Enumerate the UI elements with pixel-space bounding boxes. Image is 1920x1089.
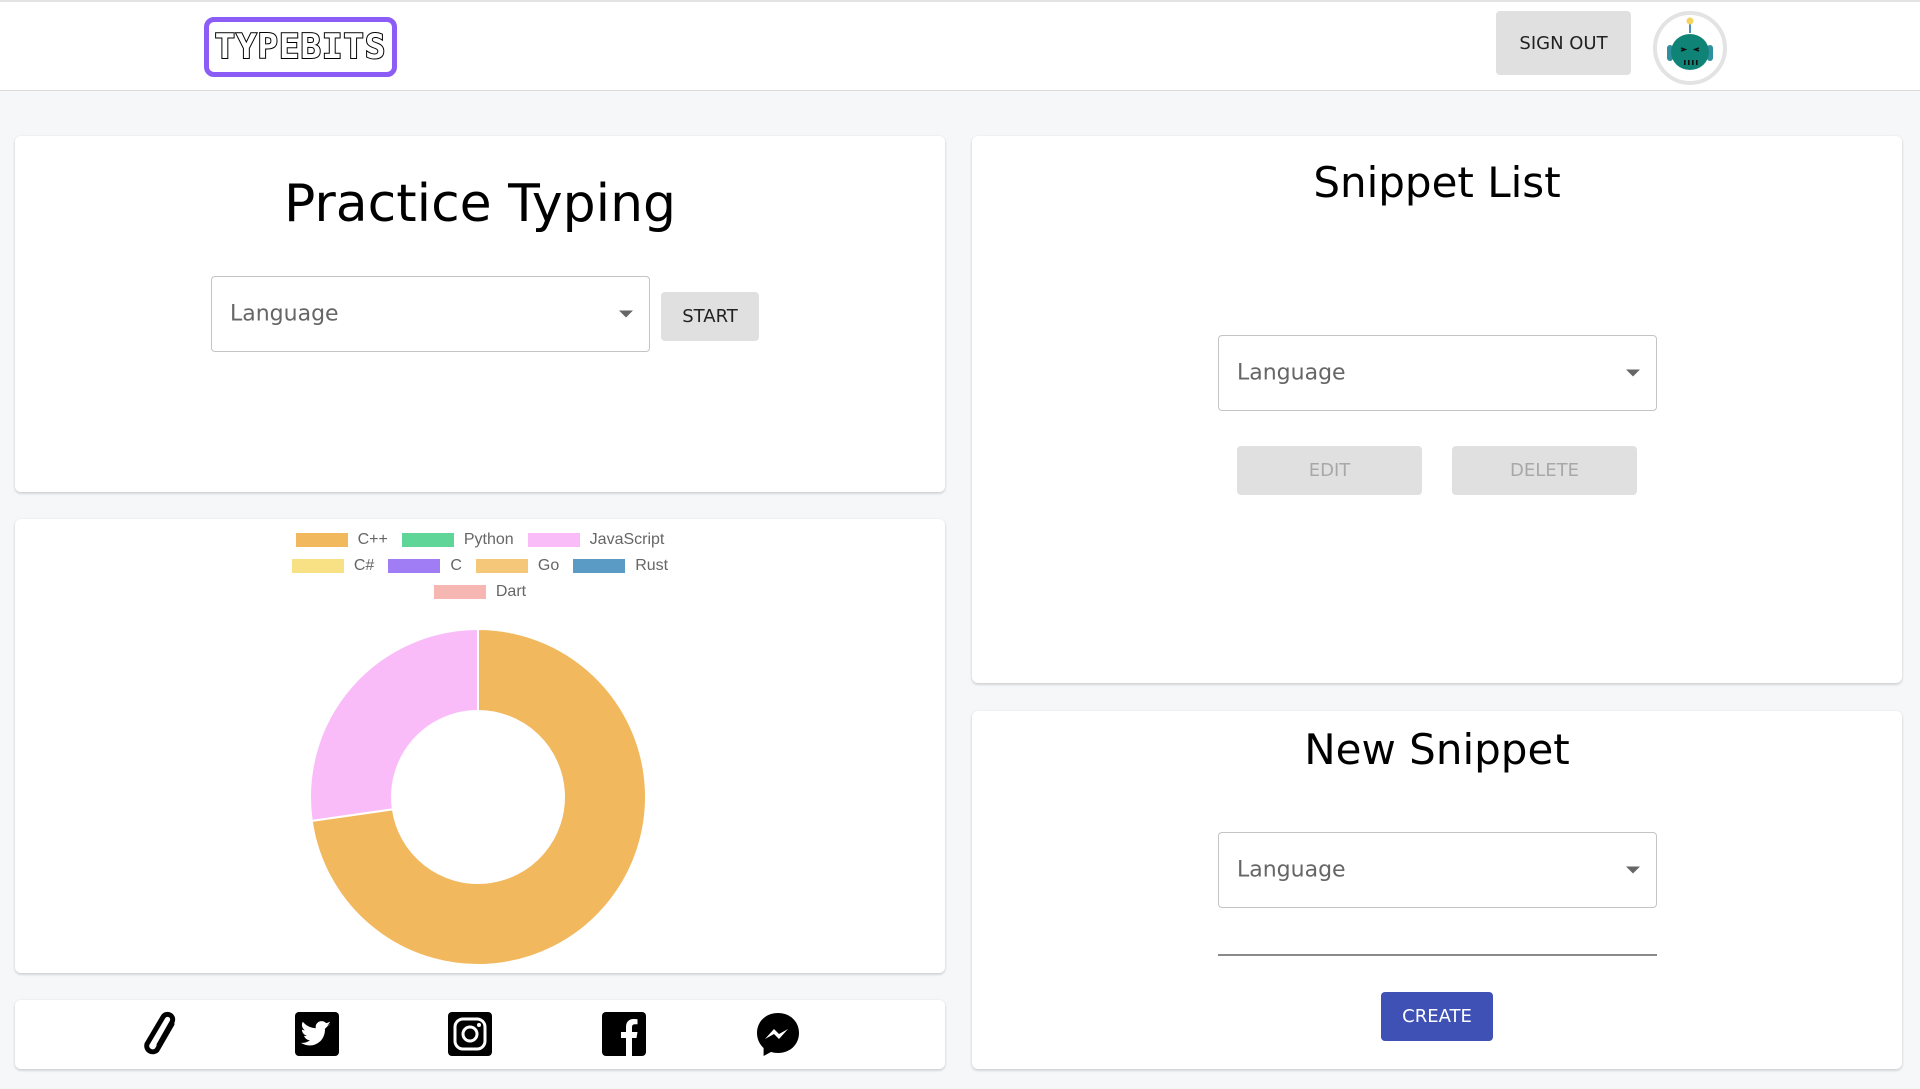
legend-item[interactable]: C++ [295,531,388,549]
legend-swatch [475,559,528,573]
create-button[interactable]: CREATE [1381,992,1493,1041]
legend-item[interactable]: Go [475,557,560,575]
legend-row: Dart [433,583,527,601]
logo-text: TYPEBITS [214,26,387,68]
legend-row: C# C Go Rust [291,557,668,575]
new-snippet-language-select[interactable]: Language [1218,832,1657,908]
legend-swatch [573,559,626,573]
legend-label: JavaScript [589,531,665,548]
legend-label: Go [537,557,560,574]
facebook-icon[interactable] [600,1010,648,1058]
social-links-card [15,1000,945,1069]
slice-javascript[interactable] [309,627,479,823]
legend-row: C++ Python JavaScript [295,531,665,549]
practice-title: Practice Typing [283,174,677,234]
legend-label: C [450,557,462,574]
snippet-name-input[interactable] [1218,916,1657,956]
app-header: TYPEBITS SIGN OUT [0,0,1920,91]
language-placeholder: Language [230,301,339,327]
legend-label: Dart [495,583,527,600]
legend-item[interactable]: Dart [433,583,527,601]
language-placeholder: Language [1237,857,1346,883]
legend-swatch [433,585,486,599]
twitter-icon[interactable] [293,1010,341,1058]
legend-swatch [291,559,344,573]
language-chart-card: C++ Python JavaScript C# C Go Rust Dart [15,519,945,973]
legend-item[interactable]: C# [291,557,375,575]
practice-language-select[interactable]: Language [211,276,650,352]
legend-item[interactable]: Rust [573,557,668,575]
language-placeholder: Language [1237,360,1346,386]
chart-legend: C++ Python JavaScript C# C Go Rust Dart [15,531,945,601]
chevron-down-icon [619,310,633,318]
delete-button[interactable]: DELETE [1452,446,1637,495]
edit-button[interactable]: EDIT [1237,446,1422,495]
legend-swatch [295,533,348,547]
sign-out-button[interactable]: SIGN OUT [1496,11,1631,75]
new-snippet-title: New Snippet [1304,725,1570,774]
legend-swatch [388,559,441,573]
legend-item[interactable]: Python [401,531,514,549]
legend-label: C++ [357,531,388,548]
instagram-icon[interactable] [446,1010,494,1058]
practice-typing-card: Practice Typing Language START [15,136,945,492]
legend-item[interactable]: C [388,557,462,575]
user-avatar[interactable] [1653,11,1727,85]
snippet-language-select[interactable]: Language [1218,335,1657,411]
paperclip-icon[interactable] [139,1010,187,1058]
snippet-list-card: Snippet List Language EDIT DELETE [972,136,1902,683]
typebits-logo[interactable]: TYPEBITS [204,17,397,77]
language-doughnut-chart [309,627,647,966]
legend-swatch [401,533,454,547]
legend-label: Rust [635,557,669,574]
robot-avatar-icon [1667,17,1713,70]
legend-label: Python [463,531,514,548]
legend-label: C# [353,557,375,574]
legend-swatch [527,533,580,547]
chevron-down-icon [1626,369,1640,377]
snippet-list-title: Snippet List [1313,158,1561,207]
legend-item[interactable]: JavaScript [527,531,665,549]
chevron-down-icon [1626,866,1640,874]
start-button[interactable]: START [661,292,759,341]
new-snippet-card: New Snippet Language CREATE [972,711,1902,1069]
messenger-icon[interactable] [754,1010,802,1058]
